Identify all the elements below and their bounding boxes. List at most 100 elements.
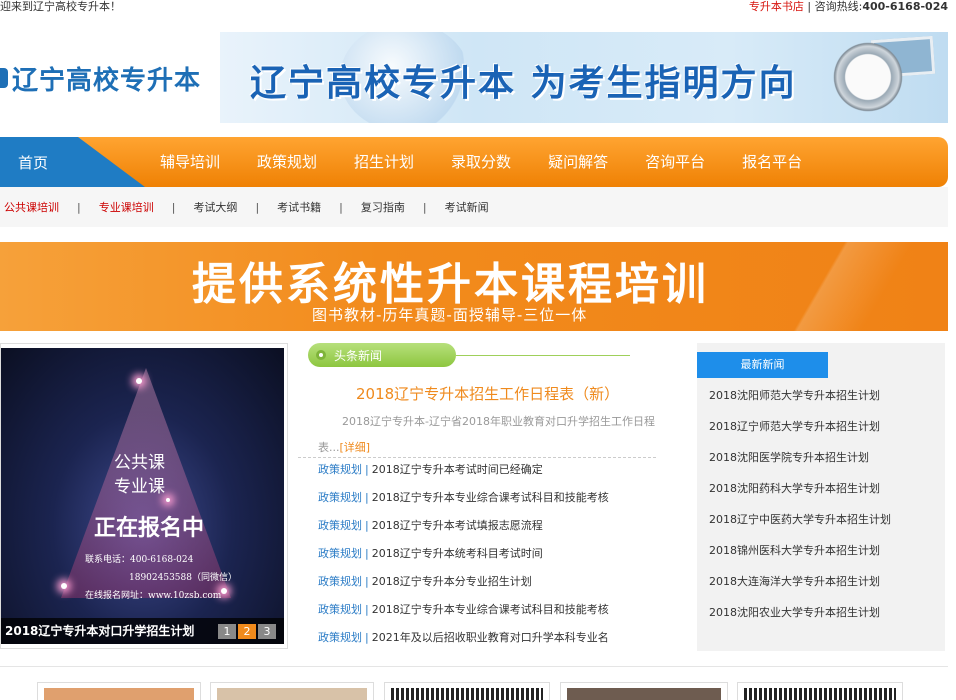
news-title[interactable]: 2018辽宁专升本统考科目考试时间 [372,547,543,560]
qr-code-icon [391,688,543,700]
slide-dot-1[interactable]: 1 [218,624,236,639]
subnav-sep: | [339,200,343,214]
news-title[interactable]: 2018辽宁专升本考试时间已经确定 [372,463,543,476]
more-link[interactable]: [详细] [340,441,371,454]
subnav-public-course[interactable]: 公共课培训 [4,199,59,215]
sparkle-icon [221,588,227,594]
nav-item-consult[interactable]: 咨询平台 [645,137,705,187]
nav-item-faq[interactable]: 疑问解答 [548,137,608,187]
thumbnail-image [567,688,721,700]
logo-text: 辽宁高校专升本 [12,65,202,96]
latest-news-item[interactable]: 2018辽宁师范大学专升本招生计划 [709,415,891,446]
subnav-sep: | [77,200,81,214]
nav-items: 辅导培训 政策规划 招生计划 录取分数 疑问解答 咨询平台 报名平台 [160,137,839,187]
news-item: 政策规划 | 2018辽宁专升本专业综合课考试科目和技能考核 [318,491,609,504]
image-slider: 公共课 专业课 正在报名中 联系电话：400-6168-024 18902453… [0,343,288,649]
thumbnail-image [44,688,194,700]
news-category[interactable]: 政策规划 [318,575,362,588]
subnav-sep: | [255,200,260,214]
qr-code-icon [744,688,896,700]
nav-item-tutoring[interactable]: 辅导培训 [160,137,220,187]
bookstore-link[interactable]: 专升本书店 [749,0,804,13]
subnav-exam-news[interactable]: 考试新闻 [445,199,489,215]
slide-dot-2[interactable]: 2 [238,624,256,639]
nav-item-enrollment-plan[interactable]: 招生计划 [354,137,414,187]
slide-pager: 1 2 3 [216,624,276,639]
subnav-syllabus[interactable]: 考试大纲 [193,199,237,215]
latest-news-item[interactable]: 2018大连海洋大学专升本招生计划 [709,570,891,601]
thumbnail[interactable] [560,682,728,700]
sparkle-icon [136,378,142,384]
news-item: 政策规划 | 2018辽宁专升本专业综合课考试科目和技能考核 [318,603,609,616]
bottom-thumbnails [0,666,956,700]
thumbnail[interactable] [37,682,201,700]
headline-summary: 2018辽宁专升本-辽宁省2018年职业教育对口升学招生工作日程表...[详细] [318,409,658,461]
news-title[interactable]: 2021年及以后招收职业教育对口升学本科专业名 [372,631,609,644]
nav-item-policy[interactable]: 政策规划 [257,137,317,187]
latest-news-item[interactable]: 2018沈阳药科大学专升本招生计划 [709,477,891,508]
thumbnail[interactable] [384,682,550,700]
news-category[interactable]: 政策规划 [318,519,362,532]
latest-news-item[interactable]: 2018锦州医科大学专升本招生计划 [709,539,891,570]
slide-mobile: 18902453588（同微信） [129,573,237,583]
subnav-review-guide[interactable]: 复习指南 [361,199,405,215]
news-divider [298,457,656,458]
news-category[interactable]: 政策规划 [318,603,362,616]
news-item: 政策规划 | 2018辽宁专升本分专业招生计划 [318,575,532,588]
latest-news-item[interactable]: 2018沈阳师范大学专升本招生计划 [709,384,891,415]
latest-news-list: 2018沈阳师范大学专升本招生计划 2018辽宁师范大学专升本招生计划 2018… [709,384,891,632]
section-divider [0,666,948,667]
promo-decoration [720,242,948,331]
hotline-label: 咨询热线: [814,0,863,13]
sparkle-icon [61,583,67,589]
news-item: 政策规划 | 2018辽宁专升本统考科目考试时间 [318,547,543,560]
news-category[interactable]: 政策规划 [318,491,362,504]
thumbnail-image [217,688,367,700]
nav-home[interactable]: 首页 [0,137,145,187]
news-title[interactable]: 2018辽宁专升本专业综合课考试科目和技能考核 [372,491,609,504]
banner-slogan: 辽宁高校专升本 为考生指明方向 [250,63,797,104]
thumbnail[interactable] [737,682,903,700]
slide-line-3: 正在报名中 [94,515,205,541]
slide-line-2: 专业课 [114,477,165,497]
news-category[interactable]: 政策规划 [318,631,362,644]
news-item: 政策规划 | 2018辽宁专升本考试填报志愿流程 [318,519,543,532]
news-item: 政策规划 | 2018辽宁专升本考试时间已经确定 [318,463,543,476]
welcome-text: 迎来到辽宁高校专升本！ [0,0,121,13]
hotline-number: 400-6168-024 [862,0,948,13]
nav-item-admission-scores[interactable]: 录取分数 [451,137,511,187]
slide-dot-3[interactable]: 3 [258,624,276,639]
top-right-links: 专升本书店 | 咨询热线:400-6168-024 [749,0,948,13]
pocket-watch-icon [830,36,906,118]
latest-news-item[interactable]: 2018沈阳农业大学专升本招生计划 [709,601,891,632]
top-bar: 迎来到辽宁高校专升本！ 专升本书店 | 咨询热线:400-6168-024 [0,0,956,14]
subnav-major-course[interactable]: 专业课培训 [99,199,154,215]
thumbnail[interactable] [210,682,374,700]
news-category[interactable]: 政策规划 [318,463,362,476]
top-divider: | [807,0,812,13]
latest-news-item[interactable]: 2018沈阳医学院专升本招生计划 [709,446,891,477]
subnav-books[interactable]: 考试书籍 [277,199,321,215]
news-title[interactable]: 2018辽宁专升本专业综合课考试科目和技能考核 [372,603,609,616]
promo-banner[interactable]: 提供系统性升本课程培训 图书教材-历年真题-面授辅导-三位一体 [0,242,948,331]
news-list: 政策规划 | 2018辽宁专升本考试时间已经确定 政策规划 | 2018辽宁专升本专业综… [318,461,609,657]
subnav-sep: | [171,200,176,214]
news-header-label: 头条新闻 [334,349,383,363]
slide-image[interactable]: 公共课 专业课 正在报名中 联系电话：400-6168-024 18902453… [1,348,284,644]
latest-news-tab[interactable]: 最新新闻 [697,352,828,378]
latest-news-item[interactable]: 2018辽宁中医药大学专升本招生计划 [709,508,891,539]
nav-home-label: 首页 [18,154,49,172]
news-title[interactable]: 2018辽宁专升本分专业招生计划 [372,575,532,588]
main-nav: 首页 辅导培训 政策规划 招生计划 录取分数 疑问解答 咨询平台 报名平台 [0,137,948,187]
site-logo[interactable]: 辽宁高校专升本 [0,58,201,98]
headline-title[interactable]: 2018辽宁专升本招生工作日程表（新） [356,383,619,404]
header-banner: 辽宁高校专升本 为考生指明方向 [220,32,948,123]
logo-mark-icon [0,68,8,88]
news-title[interactable]: 2018辽宁专升本考试填报志愿流程 [372,519,543,532]
slide-phone: 联系电话：400-6168-024 [85,555,194,565]
hotline: 咨询热线:400-6168-024 [815,0,948,13]
slide-website: 在线报名网址：www.10zsb.com [85,591,222,601]
nav-item-register[interactable]: 报名平台 [742,137,802,187]
news-category[interactable]: 政策规划 [318,547,362,560]
latest-news: 最新新闻 2018沈阳师范大学专升本招生计划 2018辽宁师范大学专升本招生计划… [697,343,945,651]
